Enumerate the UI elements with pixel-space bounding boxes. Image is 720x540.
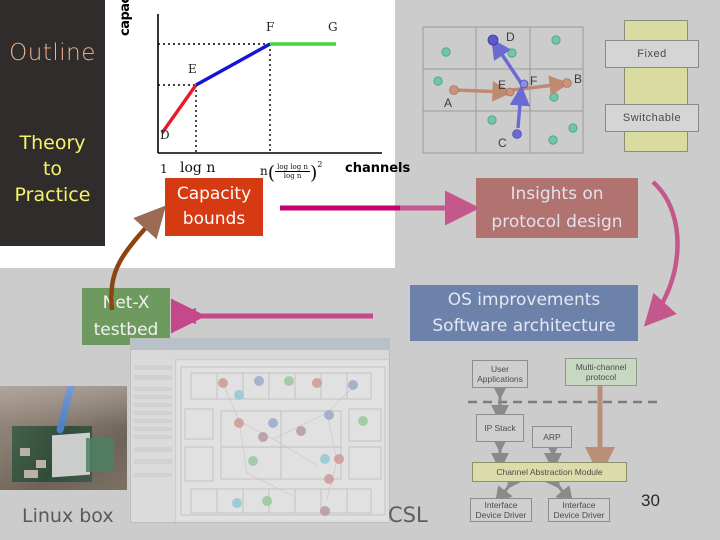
csl-caption: CSL — [388, 503, 428, 527]
sidebar-subtitle: Theory to Practice — [0, 130, 105, 208]
idd2-line-1: Interface — [562, 500, 596, 510]
netx-line-1: Net-X — [102, 292, 150, 313]
slide: Outline Theory to Practice capacity D E … — [0, 0, 720, 540]
fixed-switchable-diagram: Fixed Switchable — [605, 20, 712, 154]
chart-xtick-3: n(log log n log n)2 — [260, 160, 323, 184]
sidebar-subtitle-line-3: Practice — [14, 184, 91, 206]
chart-xtick-1: 1 — [160, 162, 168, 176]
interface-device-driver-1-box: Interface Device Driver — [470, 498, 532, 522]
chart-point-label-D: D — [160, 128, 170, 142]
chart-svg — [157, 14, 382, 154]
netx-topology-screenshot — [130, 338, 390, 523]
idd1-line-1: Interface — [484, 500, 518, 510]
idd2-line-2: Device Driver — [553, 510, 605, 520]
os-improvements-box[interactable]: OS improvements Software architecture — [410, 285, 638, 341]
chart-x-axis-unit-label: channels — [345, 161, 411, 176]
capacity-bounds-line-1: Capacity — [176, 184, 252, 204]
fixed-label: Fixed — [605, 40, 699, 68]
node-grid-diagram: D F B A E C — [420, 24, 592, 160]
chart-xtick-3-denominator: log n — [283, 172, 302, 180]
insights-line-1: Insights on — [510, 184, 604, 204]
page-title: Outline — [9, 40, 96, 66]
arp-box: ARP — [532, 426, 572, 448]
multi-channel-protocol-line-1: Multi-channel — [575, 362, 627, 372]
os-line-1: OS improvements — [447, 290, 601, 310]
multi-channel-protocol-box: Multi-channel protocol — [565, 358, 637, 386]
chart-xtick-2: log n — [180, 160, 216, 176]
node-label-C: C — [498, 136, 507, 150]
insights-protocol-design-box[interactable]: Insights on protocol design — [476, 178, 638, 238]
chart-point-label-F: F — [266, 20, 275, 34]
capacity-chart: capacity D E F G — [118, 0, 390, 180]
sidebar: Outline Theory to Practice — [0, 0, 105, 246]
page-number: 30 — [641, 491, 660, 510]
node-label-B: B — [574, 72, 583, 86]
node-label-F: F — [530, 74, 538, 88]
node-label-A: A — [444, 96, 453, 110]
sidebar-subtitle-line-1: Theory — [19, 132, 86, 154]
sidebar-subtitle-line-2: to — [42, 158, 63, 180]
arp-label: ARP — [543, 432, 561, 442]
os-line-2: Software architecture — [432, 316, 616, 336]
switchable-label: Switchable — [605, 104, 699, 132]
chart-point-label-E: E — [188, 62, 197, 76]
interface-device-driver-2-box: Interface Device Driver — [548, 498, 610, 522]
ip-stack-box: IP Stack — [476, 414, 524, 442]
node-label-D: D — [506, 30, 515, 44]
multi-channel-protocol-line-2: protocol — [585, 372, 617, 382]
user-applications-line-1: User — [491, 364, 509, 374]
chart-xtick-3-numerator: log log n — [275, 163, 310, 172]
screenshot-overlay-veil — [131, 339, 389, 522]
linux-box-caption: Linux box — [22, 505, 114, 527]
chart-point-label-G: G — [328, 20, 338, 34]
ip-stack-label: IP Stack — [484, 423, 516, 433]
insights-line-2: protocol design — [491, 212, 623, 232]
user-applications-box: User Applications — [472, 360, 528, 388]
user-applications-line-2: Applications — [477, 374, 523, 384]
photo-sheen — [0, 386, 127, 490]
chart-xtick-3-exponent: 2 — [317, 160, 323, 169]
node-label-E: E — [498, 78, 507, 92]
capacity-bounds-box[interactable]: Capacity bounds — [165, 178, 263, 236]
linux-box-photo — [0, 386, 127, 490]
channel-abstraction-module-label: Channel Abstraction Module — [496, 467, 603, 477]
capacity-bounds-line-2: bounds — [182, 209, 246, 229]
chart-xtick-3-prefix: n — [260, 164, 268, 178]
white-content-panel-strip — [0, 245, 395, 268]
channel-abstraction-module-box: Channel Abstraction Module — [472, 462, 627, 482]
idd1-line-2: Device Driver — [475, 510, 527, 520]
netx-testbed-box[interactable]: Net-X testbed — [82, 288, 170, 345]
